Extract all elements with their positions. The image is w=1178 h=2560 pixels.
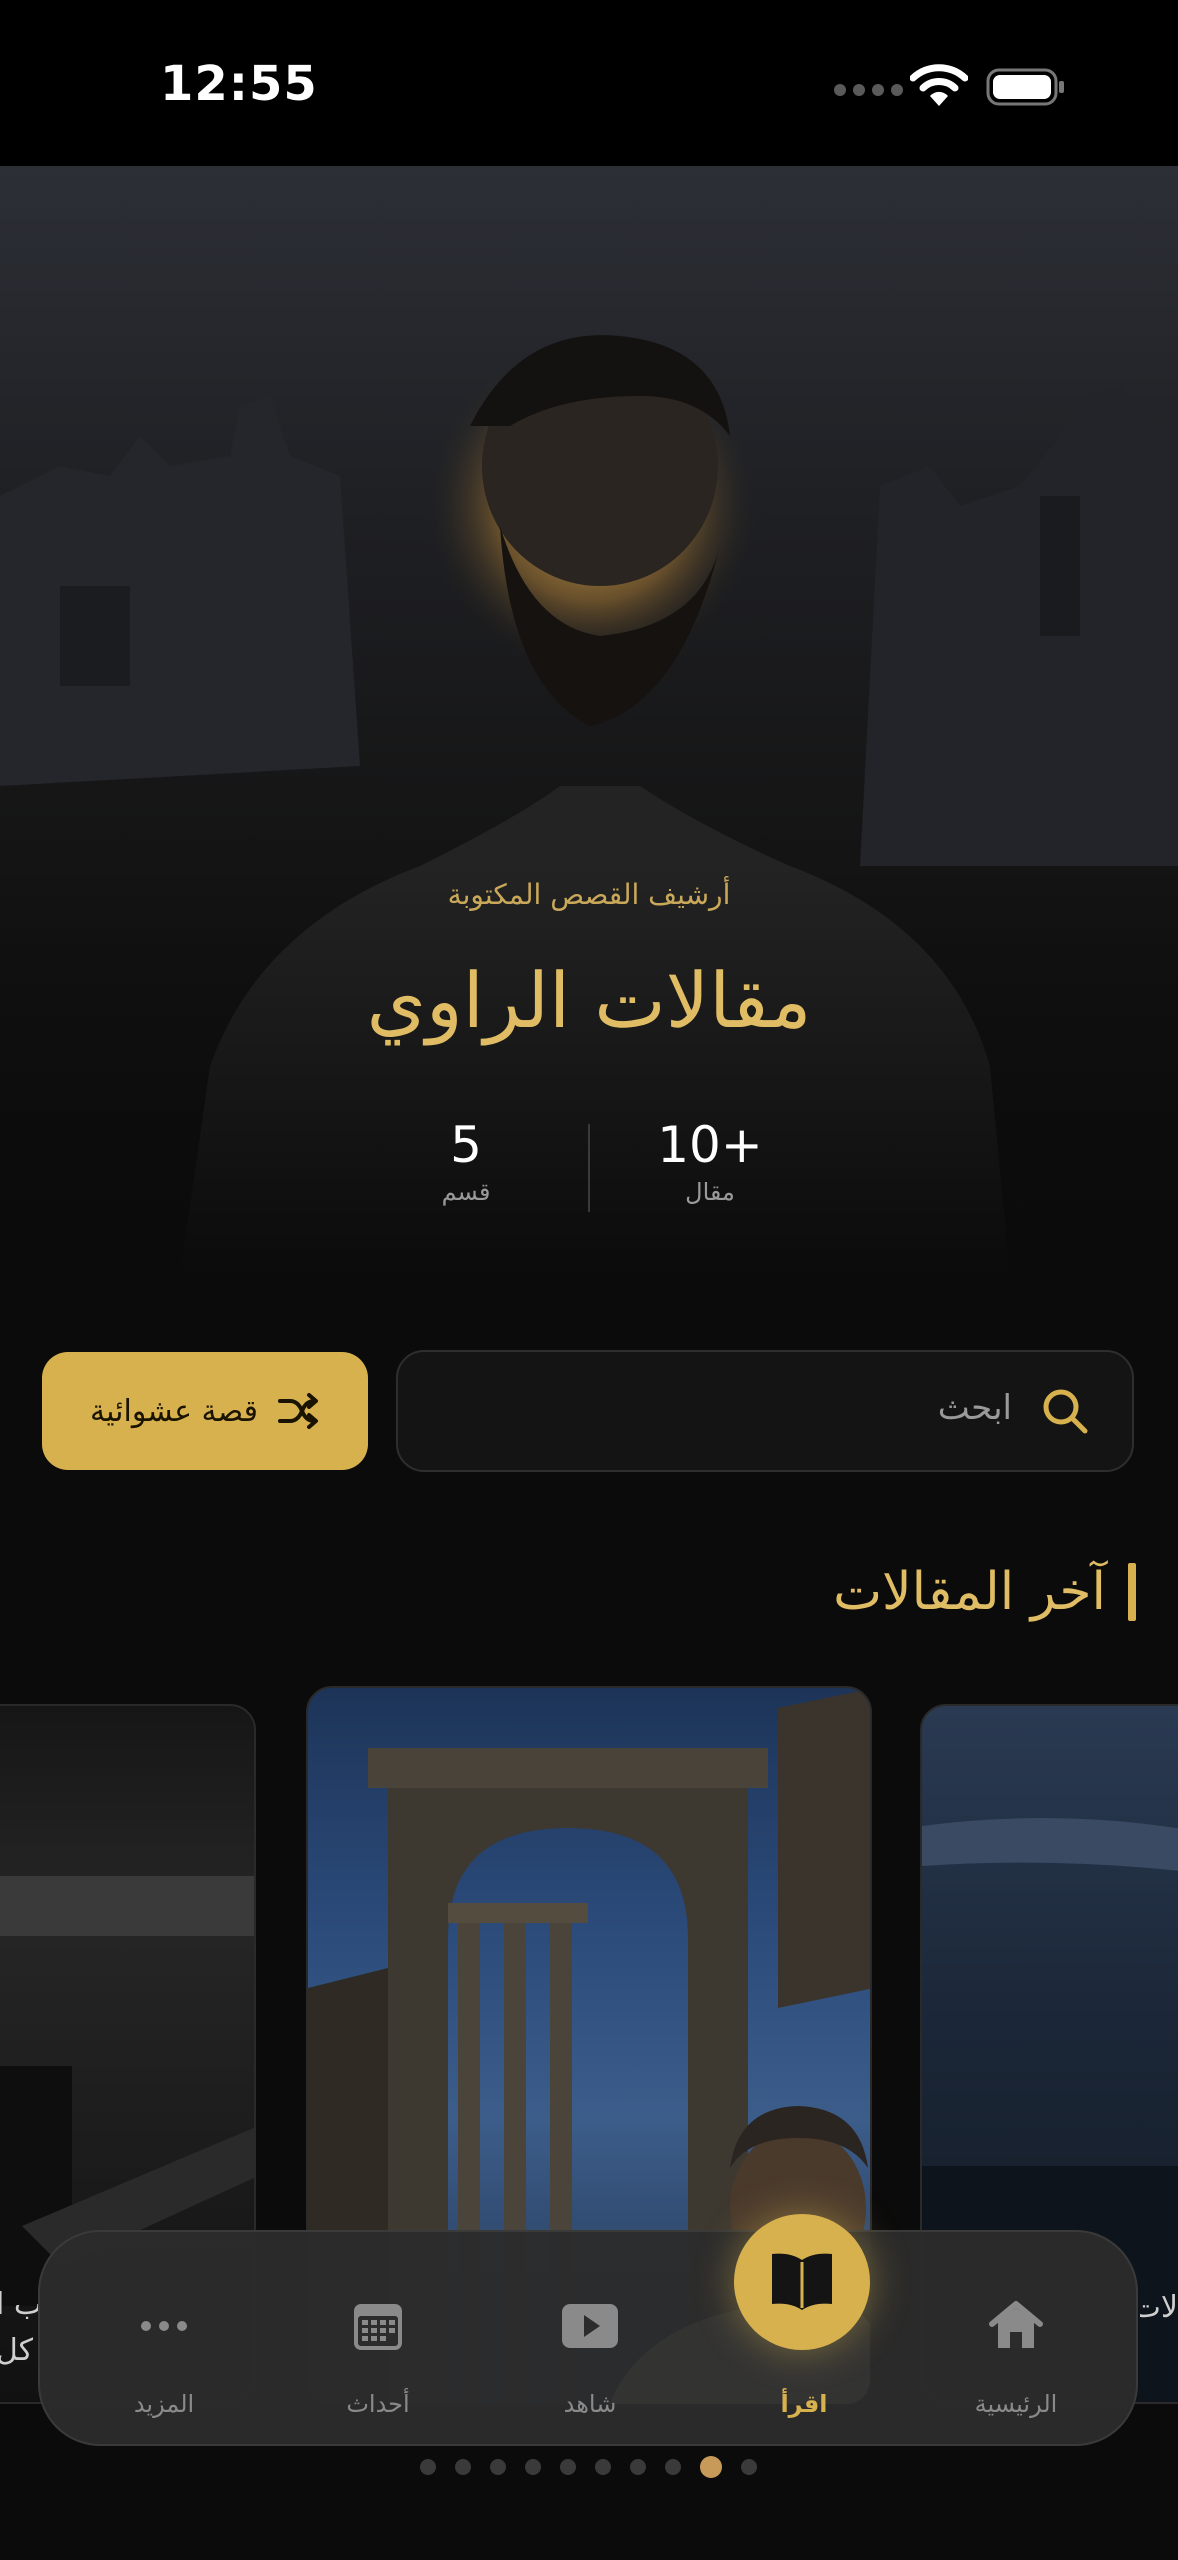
cellular-signal-icon [834,84,903,96]
section-accent-bar [1128,1563,1136,1621]
search-input[interactable]: ابحث [396,1350,1134,1472]
page-dot[interactable] [700,2456,722,2478]
search-placeholder: ابحث [937,1388,1012,1428]
nav-label: الرئيسية [974,2390,1058,2418]
random-story-label: قصة عشوائية [90,1393,258,1429]
section-title: آخر المقالات [833,1562,1106,1622]
shuffle-icon [277,1393,318,1429]
read-tab-button[interactable] [734,2214,870,2350]
page-dot[interactable] [560,2459,576,2475]
status-time: 12:55 [160,56,318,112]
page-title: مقالات الراوي [366,956,812,1045]
article-card-title: لات [1140,2290,1178,2325]
section-heading: آخر المقالات [833,1560,1136,1624]
search-icon [1043,1389,1088,1434]
stat-value: 5 [450,1116,482,1174]
page-dot[interactable] [490,2459,506,2475]
nav-item-home[interactable]: الرئيسية [916,2232,1116,2448]
hero-banner: أرشيف القصص المكتوبة مقالات الراوي 10+ م… [0,166,1178,1276]
nav-label: أحداث [346,2390,410,2418]
page-dot[interactable] [665,2459,681,2475]
hero-narrator-portrait [0,335,1178,1276]
nav-label: اقرأ [780,2390,828,2418]
battery-icon [986,68,1064,106]
status-bar: 12:55 [0,0,1178,166]
nav-item-watch[interactable]: شاهد [490,2232,690,2448]
stat-label: قسم [441,1178,491,1206]
page-dot[interactable] [525,2459,541,2475]
wifi-icon [910,64,968,106]
stat-label: مقال [685,1178,735,1206]
more-icon [141,2321,187,2331]
book-icon [772,2253,832,2310]
page-dot[interactable] [420,2459,436,2475]
nav-label: المزيد [133,2390,195,2418]
hero-subtitle: أرشيف القصص المكتوبة [447,878,731,911]
random-story-button[interactable]: قصة عشوائية [42,1352,368,1470]
stat-sections: 5 قسم [346,1116,586,1206]
page-dot[interactable] [741,2459,757,2475]
home-icon [989,2301,1043,2348]
stat-divider [588,1124,590,1212]
nav-label: شاهد [563,2390,617,2418]
play-icon [562,2304,618,2348]
page-dot[interactable] [630,2459,646,2475]
stat-value: 10+ [657,1116,763,1174]
page-dot[interactable] [455,2459,471,2475]
stats-row: 10+ مقال 5 قسم [0,1116,1178,1216]
stat-articles: 10+ مقال [590,1116,830,1206]
nav-item-events[interactable]: أحداث [278,2232,478,2448]
calendar-icon [354,2304,402,2350]
page-dot[interactable] [595,2459,611,2475]
bottom-navigation-bar: الرئيسية اقرأ شاهد أحداث المزيد [38,2230,1138,2446]
nav-item-more[interactable]: المزيد [64,2232,264,2448]
carousel-page-indicator [420,2456,757,2478]
